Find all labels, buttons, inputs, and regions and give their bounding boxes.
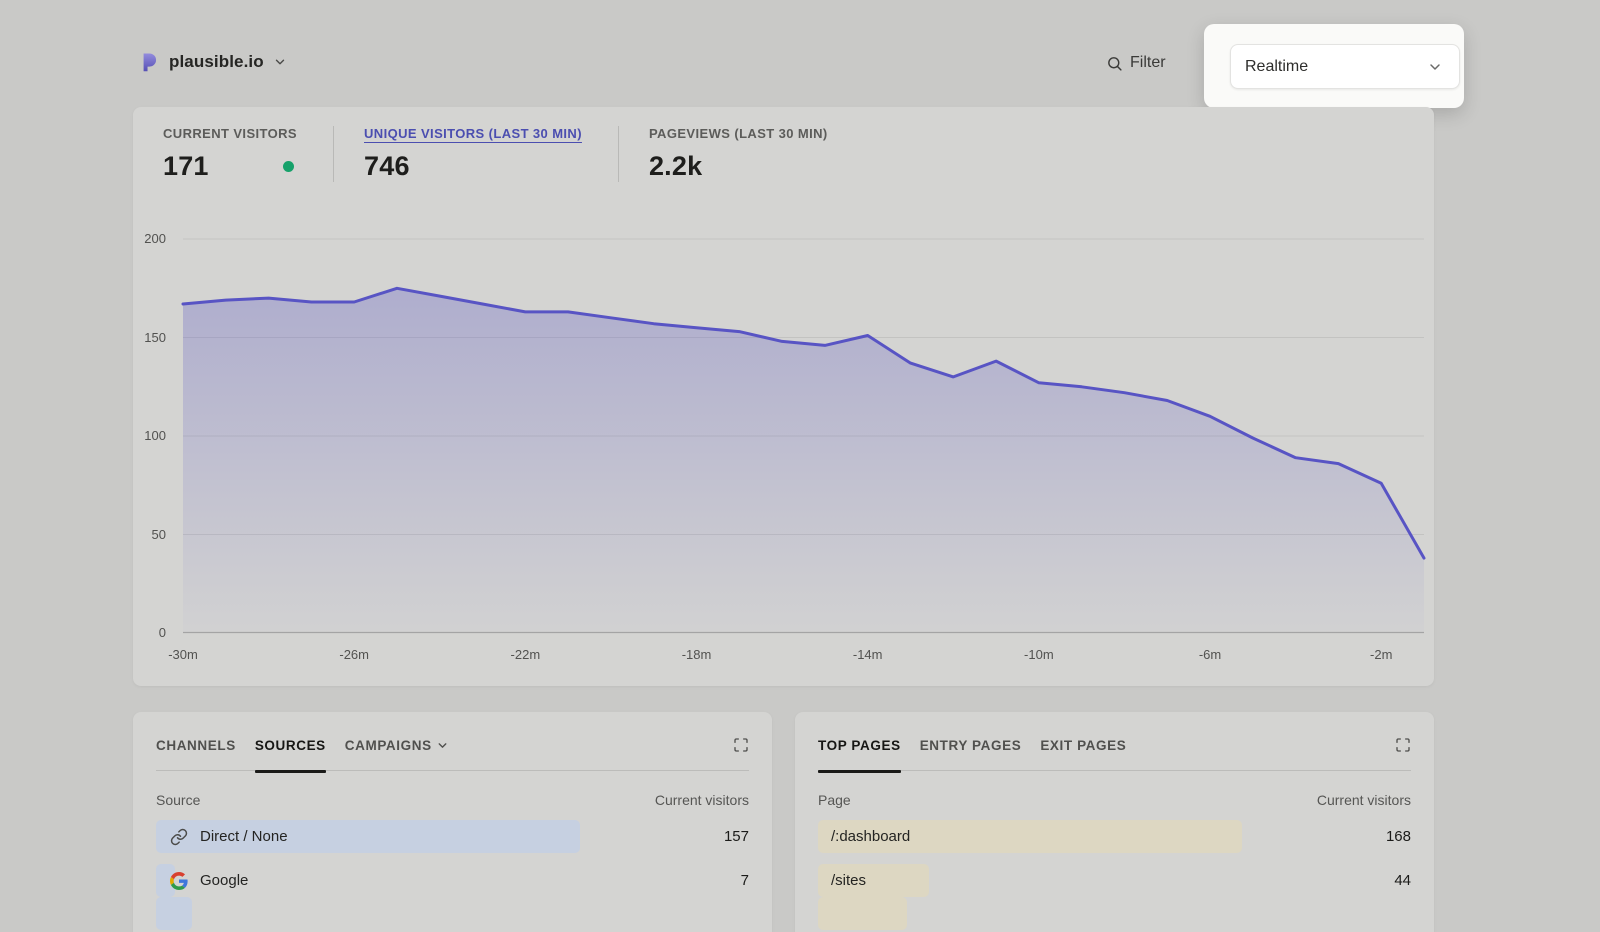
x-tick-label: -26m xyxy=(339,647,369,662)
visitors-chart xyxy=(183,239,1424,633)
chart-y-axis: 200150100500 xyxy=(133,239,166,633)
expand-icon[interactable] xyxy=(733,737,749,753)
x-tick-label: -6m xyxy=(1199,647,1221,662)
filter-label: Filter xyxy=(1130,54,1166,72)
sources-panel: CHANNELS SOURCES CAMPAIGNS Source Curren… xyxy=(133,712,772,932)
y-tick-label: 100 xyxy=(144,428,166,443)
google-icon xyxy=(169,871,189,891)
row-value: 7 xyxy=(741,872,749,889)
sources-tabs: CHANNELS SOURCES CAMPAIGNS xyxy=(156,712,749,771)
chevron-down-icon xyxy=(1427,59,1443,75)
pages-tabs: TOP PAGES ENTRY PAGES EXIT PAGES xyxy=(818,712,1411,771)
stat-value: 171 xyxy=(163,151,209,182)
chevron-down-icon xyxy=(273,55,287,69)
table-row[interactable]: /sites 44 xyxy=(818,864,1411,897)
y-tick-label: 200 xyxy=(144,231,166,246)
stat-metric[interactable]: UNIQUE VISITORS (LAST 30 MIN) 746 xyxy=(364,126,619,182)
stat-value: 2.2k xyxy=(649,151,702,182)
row-label: Google xyxy=(200,872,248,889)
chart-x-axis: -30m-26m-22m-18m-14m-10m-6m-2m xyxy=(183,647,1424,665)
x-tick-label: -30m xyxy=(168,647,198,662)
row-value: 44 xyxy=(1394,872,1411,889)
period-selector-dropdown[interactable]: Realtime xyxy=(1230,44,1460,89)
table-row[interactable]: Direct / None 157 xyxy=(156,820,749,853)
stat-label: CURRENT VISITORS xyxy=(163,126,297,141)
stats-row: CURRENT VISITORS 171 UNIQUE VISITORS (LA… xyxy=(163,126,894,182)
row-value: 168 xyxy=(1386,828,1411,845)
pages-panel: TOP PAGES ENTRY PAGES EXIT PAGES Page Cu… xyxy=(795,712,1434,932)
x-tick-label: -10m xyxy=(1024,647,1054,662)
x-tick-label: -18m xyxy=(682,647,712,662)
row-label: Direct / None xyxy=(200,828,288,845)
x-tick-label: -14m xyxy=(853,647,883,662)
row-value: 157 xyxy=(724,828,749,845)
column-header-current-visitors: Current visitors xyxy=(655,792,749,808)
table-row[interactable]: /:dashboard 168 xyxy=(818,820,1411,853)
y-tick-label: 0 xyxy=(159,625,166,640)
stat-metric[interactable]: CURRENT VISITORS 171 xyxy=(163,126,334,182)
tab-entry-pages[interactable]: ENTRY PAGES xyxy=(920,738,1022,753)
plausible-logo-icon xyxy=(139,51,160,73)
tab-exit-pages[interactable]: EXIT PAGES xyxy=(1040,738,1126,753)
realtime-highlight-spotlight: Realtime xyxy=(1204,24,1464,108)
chevron-down-icon xyxy=(436,739,449,752)
expand-icon[interactable] xyxy=(1395,737,1411,753)
stat-label: UNIQUE VISITORS (LAST 30 MIN) xyxy=(364,126,582,141)
x-tick-label: -22m xyxy=(511,647,541,662)
stat-label: PAGEVIEWS (LAST 30 MIN) xyxy=(649,126,828,141)
filter-button[interactable]: Filter xyxy=(1106,54,1166,72)
search-icon xyxy=(1106,55,1123,72)
site-name: plausible.io xyxy=(169,52,264,72)
tab-top-pages[interactable]: TOP PAGES xyxy=(818,738,901,753)
site-selector[interactable]: plausible.io xyxy=(139,51,287,73)
table-row-partial xyxy=(818,897,1411,930)
column-header-current-visitors: Current visitors xyxy=(1317,792,1411,808)
table-row-partial xyxy=(156,897,749,930)
period-selected-label: Realtime xyxy=(1245,58,1308,76)
row-label: /sites xyxy=(831,872,866,889)
tab-campaigns[interactable]: CAMPAIGNS xyxy=(345,738,449,753)
stat-metric[interactable]: PAGEVIEWS (LAST 30 MIN) 2.2k xyxy=(649,126,864,182)
table-row[interactable]: Google 7 xyxy=(156,864,749,897)
stat-value: 746 xyxy=(364,151,410,182)
visitors-card: CURRENT VISITORS 171 UNIQUE VISITORS (LA… xyxy=(133,107,1434,686)
x-tick-label: -2m xyxy=(1370,647,1392,662)
tab-sources[interactable]: SOURCES xyxy=(255,738,326,753)
tab-channels[interactable]: CHANNELS xyxy=(156,738,236,753)
column-header-source: Source xyxy=(156,792,200,808)
live-indicator-dot xyxy=(283,161,294,172)
row-label: /:dashboard xyxy=(831,828,910,845)
y-tick-label: 150 xyxy=(144,330,166,345)
column-header-page: Page xyxy=(818,792,851,808)
y-tick-label: 50 xyxy=(152,527,166,542)
link-icon xyxy=(169,827,189,847)
